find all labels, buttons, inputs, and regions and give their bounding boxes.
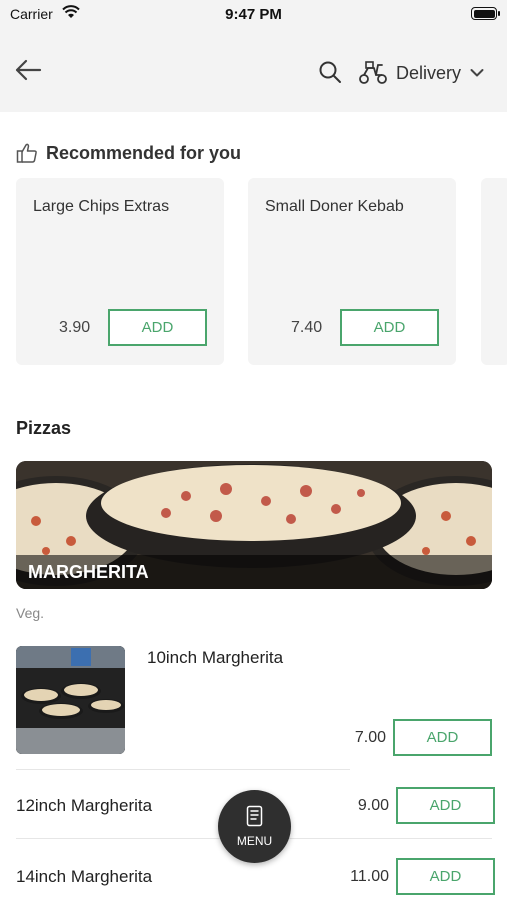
recommended-item-name: Small Doner Kebab — [265, 198, 404, 215]
section-title: Pizzas — [16, 418, 72, 438]
recommended-card[interactable]: Large Chips Extras 3.90 ADD — [16, 178, 224, 365]
menu-book-icon — [246, 805, 263, 827]
recommended-card[interactable]: Small Doner Kebab 7.40 ADD — [248, 178, 456, 365]
scooter-icon — [359, 61, 387, 84]
recommended-title: Recommended for you — [46, 142, 242, 163]
menu-item-name: 14inch Margherita — [16, 867, 153, 886]
recommended-item-price: 7.40 — [291, 319, 323, 336]
add-button[interactable]: ADD — [393, 719, 492, 756]
menu-item-price: 9.00 — [357, 797, 389, 814]
banner-label: MARGHERITA — [28, 562, 149, 582]
add-button[interactable]: ADD — [396, 787, 495, 824]
recommended-card-partial[interactable] — [481, 178, 507, 365]
add-button[interactable]: ADD — [340, 309, 439, 346]
battery-icon — [471, 7, 500, 20]
diet-tag: Veg. — [16, 605, 45, 621]
thumbs-up-icon — [16, 143, 37, 163]
menu-fab-button[interactable]: MENU — [218, 790, 291, 863]
top-bar: Delivery — [0, 30, 507, 112]
recommended-item-price: 3.90 — [59, 319, 91, 336]
status-bar: Carrier 9:47 PM — [0, 0, 507, 30]
pizza-thumbnail-image — [16, 646, 125, 754]
menu-item-price: 11.00 — [350, 868, 389, 885]
search-icon[interactable] — [318, 60, 342, 84]
back-arrow-icon[interactable] — [14, 58, 42, 82]
delivery-label: Delivery — [396, 62, 462, 83]
divider — [16, 769, 350, 770]
recommended-item-name: Large Chips Extras — [33, 198, 170, 215]
menu-item-price: 7.00 — [354, 729, 386, 746]
delivery-mode-selector[interactable]: Delivery — [396, 60, 484, 86]
category-banner[interactable]: MARGHERITA — [16, 461, 492, 589]
menu-label: MENU — [236, 834, 273, 848]
menu-item-name: 10inch Margherita — [147, 648, 284, 667]
menu-item-name: 12inch Margherita — [16, 796, 153, 815]
add-button[interactable]: ADD — [108, 309, 207, 346]
recommended-heading: Recommended for you — [16, 142, 241, 164]
item-thumbnail — [16, 646, 125, 754]
status-time: 9:47 PM — [225, 6, 282, 23]
chevron-down-icon — [470, 69, 484, 77]
add-button[interactable]: ADD — [396, 858, 495, 895]
